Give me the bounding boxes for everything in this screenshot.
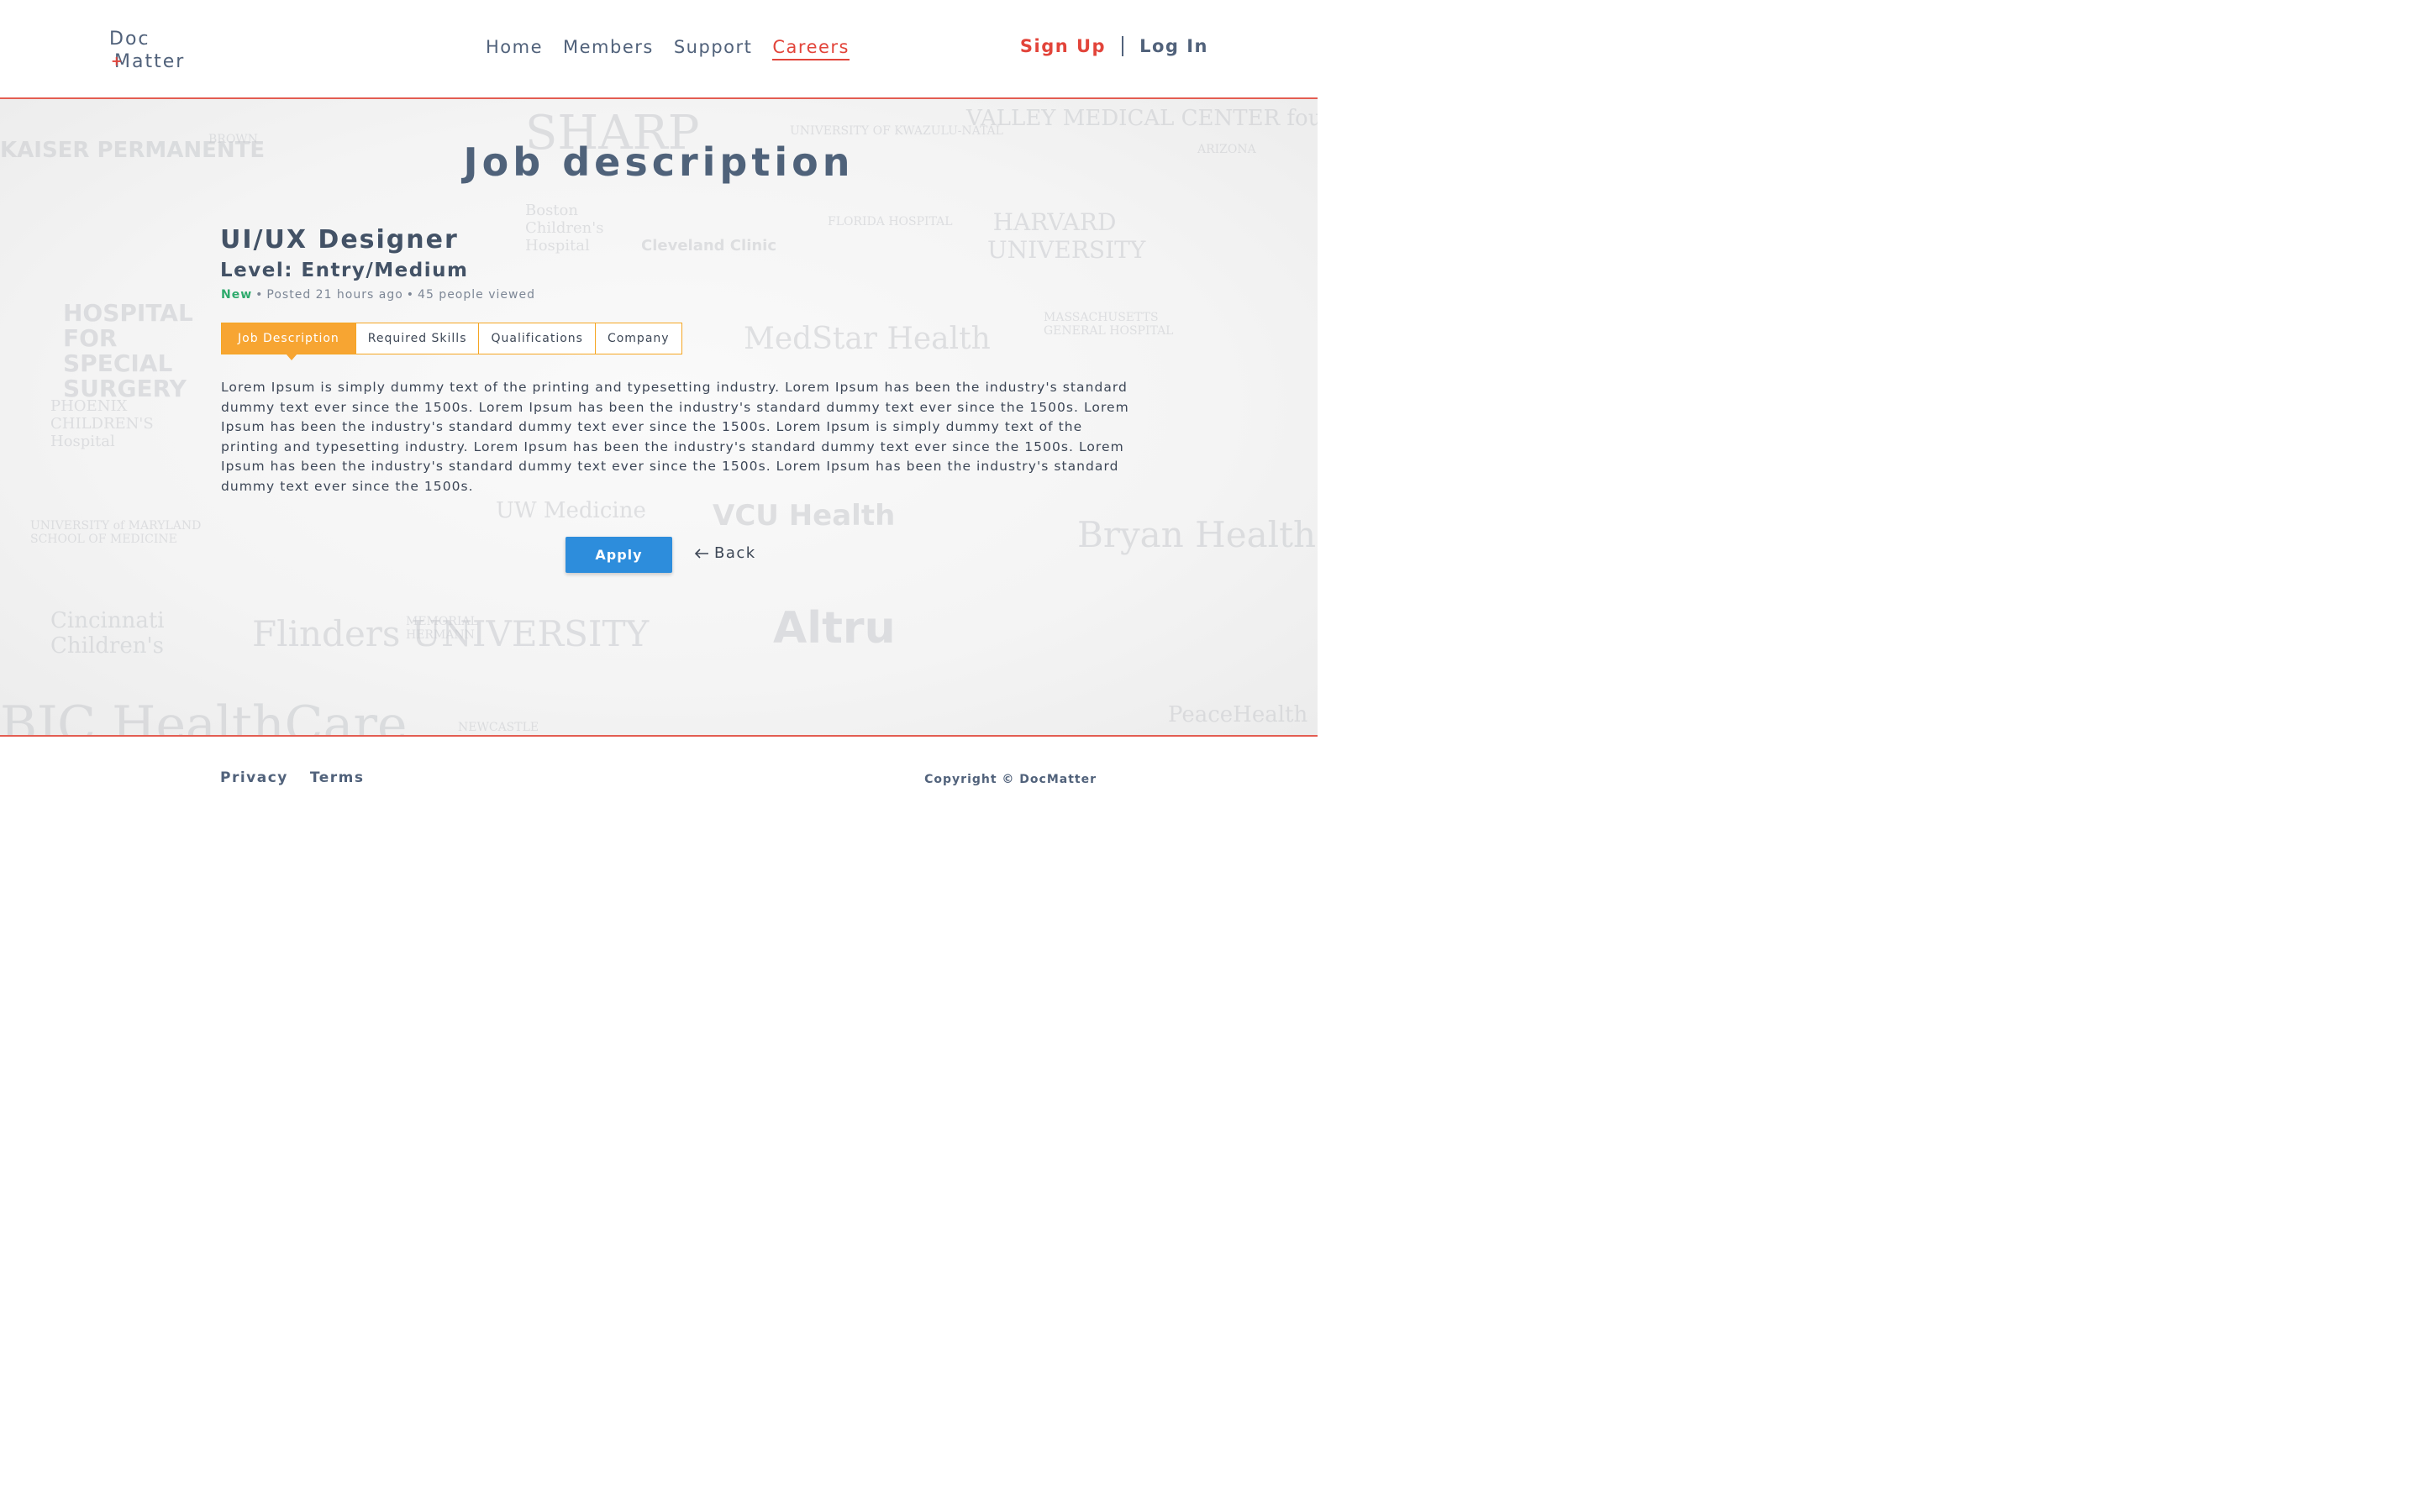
view-count: 45 people viewed: [418, 288, 535, 302]
new-badge: New: [221, 288, 253, 302]
arrow-left-icon: [694, 548, 708, 559]
main-nav: Home Members Support Careers: [486, 37, 870, 60]
auth-links: Sign Up Log In: [1020, 36, 1208, 56]
partner-logo: PHOENIX CHILDREN'S Hospital: [50, 397, 154, 450]
privacy-link[interactable]: Privacy: [220, 769, 288, 786]
apply-button[interactable]: Apply: [566, 537, 672, 573]
tab-qualifications[interactable]: Qualifications: [478, 323, 595, 354]
partner-logo: HOSPITAL FOR SPECIAL SURGERY: [63, 299, 193, 402]
nav-home[interactable]: Home: [486, 37, 543, 60]
nav-members[interactable]: Members: [563, 37, 654, 60]
copyright-text: Copyright © DocMatter: [924, 773, 1097, 786]
tab-required-skills[interactable]: Required Skills: [355, 323, 479, 354]
tab-job-description[interactable]: Job Description: [222, 323, 355, 360]
job-tabs: Job Description Required Skills Qualific…: [221, 323, 682, 360]
nav-support[interactable]: Support: [674, 37, 753, 60]
back-link[interactable]: Back: [694, 544, 756, 562]
auth-divider: [1122, 36, 1124, 56]
partner-logo: MASSACHUSETTS GENERAL HOSPITAL: [1044, 311, 1174, 338]
partner-logo: Boston Children's Hospital: [525, 202, 604, 255]
partner-logo: UW Medicine: [496, 498, 646, 523]
page-title: Job description: [463, 139, 855, 185]
tab-company[interactable]: Company: [594, 323, 681, 354]
job-description-text: Lorem Ipsum is simply dummy text of the …: [221, 380, 1129, 494]
partner-logo: FLORIDA HOSPITAL: [828, 215, 953, 228]
partner-logo: MEMORIAL HERMANN: [406, 615, 478, 642]
meta-separator: •: [255, 288, 264, 302]
back-label: Back: [714, 544, 756, 562]
partner-logo: HARVARD UNIVERSITY: [987, 208, 1146, 264]
posted-time: Posted 21 hours ago: [266, 288, 403, 302]
partner-logo: BJC HealthCare: [0, 696, 408, 737]
site-header: Doc + Matter Home Members Support Career…: [0, 0, 1318, 99]
logo-text-doc: Doc: [109, 29, 150, 50]
partner-logo: Cleveland Clinic: [641, 237, 777, 255]
footer-links: Privacy Terms: [220, 769, 386, 786]
docmatter-logo[interactable]: Doc + Matter: [109, 28, 185, 73]
meta-separator: •: [406, 288, 415, 302]
partner-logo: VCU Health: [713, 499, 896, 533]
job-title: UI/UX Designer: [220, 225, 459, 255]
nav-careers[interactable]: Careers: [772, 37, 850, 60]
partner-logo: MedStar Health: [744, 322, 991, 356]
partner-logo: Bryan Health: [1077, 514, 1316, 555]
job-level: Level: Entry/Medium: [220, 260, 469, 281]
logo-plus-icon: +: [111, 53, 124, 69]
terms-link[interactable]: Terms: [310, 769, 365, 786]
partner-logo: Cincinnati Children's: [50, 608, 165, 659]
partner-logo: NEWCASTLE: [458, 721, 539, 734]
partner-logo: PeaceHealth: [1168, 702, 1308, 727]
job-meta: New • Posted 21 hours ago • 45 people viewed: [221, 288, 535, 302]
partner-logo: VALLEY MEDICAL CENTER foundation: [966, 106, 1318, 131]
partner-logo: Altru: [773, 603, 896, 654]
log-in-link[interactable]: Log In: [1139, 36, 1208, 56]
partner-logo: UNIVERSITY of MARYLAND SCHOOL OF MEDICIN…: [30, 519, 202, 546]
sign-up-link[interactable]: Sign Up: [1020, 36, 1106, 56]
